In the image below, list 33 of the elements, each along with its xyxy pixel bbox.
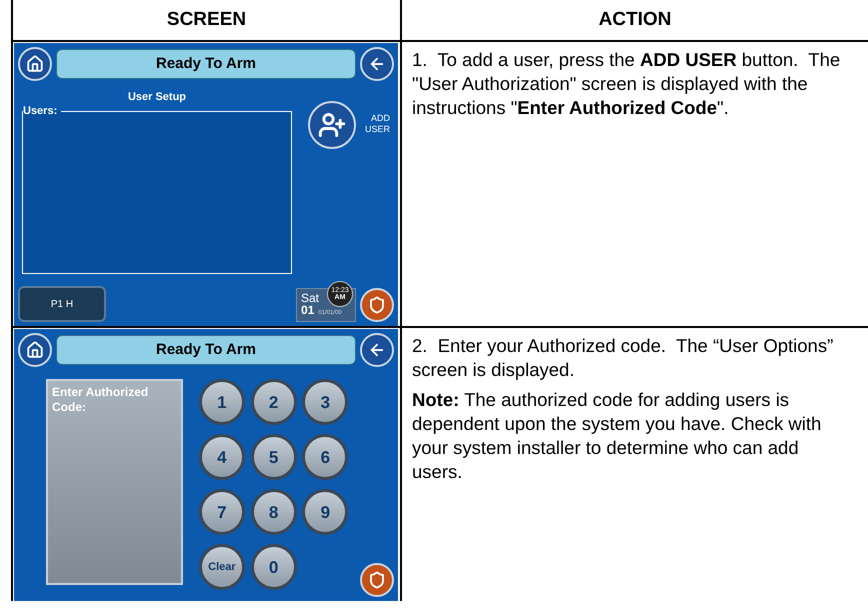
keypad-key[interactable]: 7: [198, 489, 245, 535]
shield-icon[interactable]: [360, 288, 394, 322]
keypad-key[interactable]: 8: [250, 489, 297, 535]
keypad-key[interactable]: 6: [302, 434, 348, 480]
date-number: 01: [301, 304, 314, 316]
instruction-text: 2. Enter your Authorized code. The “User Options” screen is displayed.: [412, 334, 834, 382]
keypad-key[interactable]: 5: [250, 434, 297, 480]
code-display: Enter Authorized Code:: [46, 379, 183, 585]
screen-heading: User Setup: [128, 90, 186, 105]
keypad-key[interactable]: 0: [250, 544, 297, 590]
back-icon[interactable]: [360, 47, 394, 81]
partition-button[interactable]: P1 H: [18, 286, 106, 322]
shield-icon[interactable]: [360, 563, 394, 597]
keypad-key[interactable]: 1: [198, 379, 245, 425]
users-label: Users:: [23, 106, 58, 116]
back-icon[interactable]: [360, 333, 394, 367]
column-heading: SCREEN: [166, 8, 246, 32]
column-heading: ACTION: [598, 8, 672, 32]
instruction-text: 1. To add a user, press the ADD USER button. The "User Authorization" screen is displayed with the instructions "Enter Authorized Code".: [412, 48, 842, 120]
keypad-key[interactable]: Clear: [198, 544, 245, 590]
status-title: Ready To Arm: [56, 49, 356, 79]
add-user-label: ADD USER: [364, 113, 390, 136]
users-list[interactable]: Users:: [22, 106, 292, 274]
keypad-key[interactable]: 3: [302, 379, 348, 425]
instruction-text: Note: The authorized code for adding users is dependent upon the system you have. Check with your system installer to determine who can add users.: [412, 388, 822, 484]
keypad-key[interactable]: 4: [198, 434, 245, 480]
status-title: Ready To Arm: [56, 335, 356, 365]
home-icon[interactable]: [18, 333, 52, 367]
add-user-icon[interactable]: [308, 101, 356, 149]
home-icon[interactable]: [18, 47, 52, 81]
day-text: Sat: [301, 292, 320, 304]
keypad-key[interactable]: 9: [302, 489, 348, 535]
keypad-key[interactable]: 2: [250, 379, 297, 425]
